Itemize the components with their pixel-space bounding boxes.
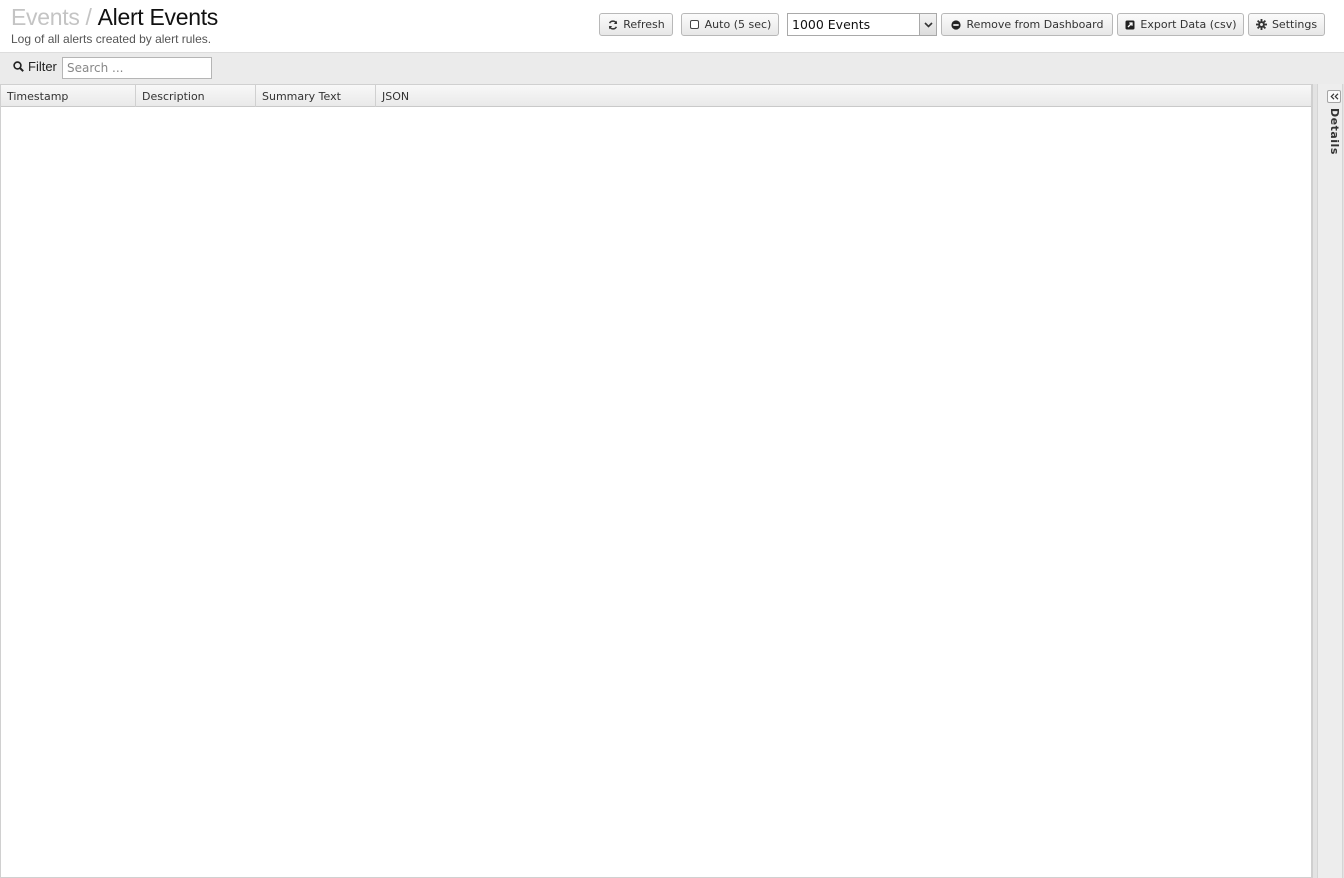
details-panel: Details	[1312, 84, 1344, 878]
settings-button[interactable]: Settings	[1248, 13, 1325, 36]
events-count-select[interactable]: 1000 Events	[787, 13, 937, 36]
column-header-json[interactable]: JSON	[376, 85, 1311, 107]
breadcrumb-events-link[interactable]: Events	[11, 4, 80, 30]
export-csv-button[interactable]: Export Data (csv)	[1117, 13, 1244, 36]
refresh-button[interactable]: Refresh	[599, 13, 673, 36]
remove-from-dashboard-button[interactable]: Remove from Dashboard	[941, 13, 1113, 36]
filter-bar: Filter	[0, 52, 1344, 84]
column-header-timestamp[interactable]: Timestamp	[1, 85, 136, 107]
page-subtitle: Log of all alerts created by alert rules…	[11, 32, 212, 46]
page-header: Events / Alert Events Log of all alerts cr…	[0, 0, 1344, 52]
auto-refresh-label: Auto (5 sec)	[704, 18, 772, 31]
remove-label: Remove from Dashboard	[966, 18, 1104, 31]
refresh-icon	[607, 19, 618, 30]
double-chevron-left-icon[interactable]	[1327, 90, 1341, 103]
search-input[interactable]	[62, 57, 212, 79]
events-count-value: 1000 Events	[792, 17, 871, 32]
breadcrumb: Events / Alert Events	[11, 3, 218, 31]
table-body	[1, 107, 1311, 877]
filter-label: Filter	[28, 59, 57, 74]
settings-label: Settings	[1271, 18, 1318, 31]
column-header-description[interactable]: Description	[136, 85, 256, 107]
export-label: Export Data (csv)	[1140, 18, 1237, 31]
column-header-summary-text[interactable]: Summary Text	[256, 85, 376, 107]
details-panel-label[interactable]: Details	[1328, 108, 1341, 155]
minus-circle-icon	[951, 19, 962, 30]
search-icon	[13, 61, 24, 72]
auto-refresh-toggle[interactable]: Auto (5 sec)	[681, 13, 779, 36]
events-table: Timestamp Description Summary Text JSON	[0, 84, 1312, 878]
table-header: Timestamp Description Summary Text JSON	[1, 85, 1311, 107]
filter-label-group: Filter	[13, 59, 57, 74]
breadcrumb-separator: /	[85, 4, 92, 30]
chevron-down-icon[interactable]	[919, 14, 936, 35]
external-link-icon	[1124, 19, 1135, 30]
checkbox-icon[interactable]	[689, 19, 700, 30]
refresh-label: Refresh	[623, 18, 665, 31]
page-title: Alert Events	[97, 4, 219, 30]
gear-icon	[1255, 19, 1267, 30]
details-panel-strip[interactable]: Details	[1317, 84, 1343, 878]
